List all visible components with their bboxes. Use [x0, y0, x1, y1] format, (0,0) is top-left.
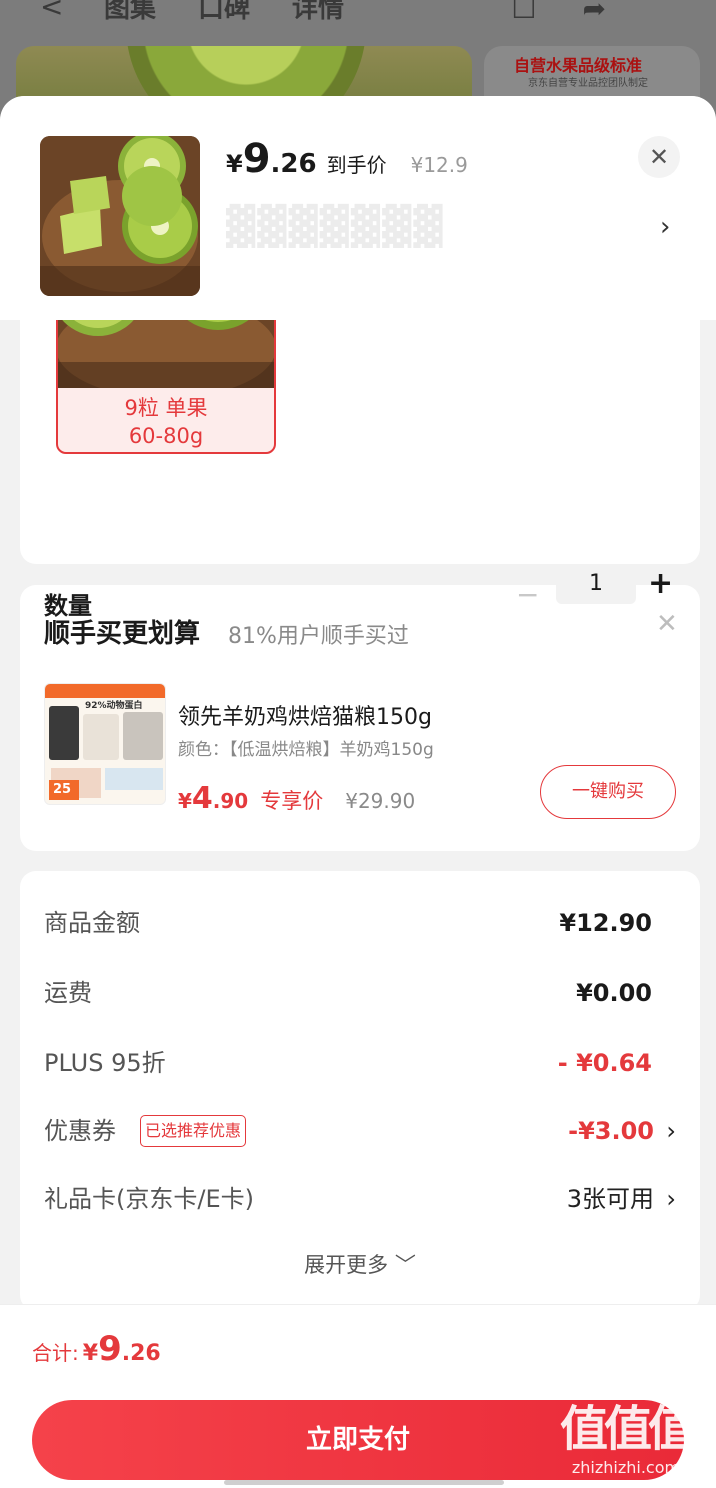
summary-row-gift-card[interactable]: 礼品卡(京东卡/E卡) 3张可用 › — [44, 1179, 676, 1219]
gift-card-label: 礼品卡(京东卡/E卡) — [44, 1185, 254, 1213]
plus-icon[interactable]: + — [648, 566, 673, 601]
quality-badge-sub: 京东自营专业品控团队制定 — [528, 78, 648, 89]
price-decimal: .26 — [270, 149, 317, 179]
home-indicator[interactable] — [224, 1480, 504, 1485]
close-icon[interactable]: ✕ — [638, 136, 680, 178]
total-decimal: .26 — [121, 1341, 161, 1366]
selected-spec-placeholder: ▓▓▓▓▓▓▓ — [226, 204, 445, 248]
subtotal-value: ¥12.90 — [559, 909, 652, 937]
chevron-right-icon: › — [666, 1117, 676, 1145]
bundle-original-price: ¥29.90 — [345, 789, 416, 813]
total-bar: 合计: ¥ 9 .26 — [0, 1304, 716, 1392]
bundle-price-currency: ¥ — [178, 789, 192, 813]
sheet-header: ¥ 9 .26 到手价 ¥12.9 ✕ ▓▓▓▓▓▓▓ › — [0, 96, 716, 320]
summary-row-coupon[interactable]: 优惠券 已选推荐优惠 -¥3.00 › — [44, 1111, 676, 1151]
price-integer: 9 — [242, 136, 271, 182]
quantity-input[interactable]: 1 — [556, 564, 636, 604]
plus-discount-label: PLUS 95折 — [44, 1049, 166, 1077]
watermark-brand: 值值值 — [560, 1401, 696, 1457]
chevron-right-icon: › — [666, 1185, 676, 1213]
bundle-card: 顺手买更划算 81%用户顺手买过 ✕ 92%动物蛋白 25 领先羊奶鸡烘焙猫粮1… — [20, 585, 700, 851]
product-thumbnail — [40, 136, 200, 296]
share-icon[interactable]: ➦ — [583, 0, 606, 25]
coupon-recommended-tag: 已选推荐优惠 — [140, 1115, 247, 1147]
bundle-subtitle: 81%用户顺手买过 — [228, 624, 409, 649]
final-price-label: 到手价 — [326, 153, 387, 177]
gift-card-value: 3张可用 — [566, 1185, 654, 1213]
shipping-label: 运费 — [44, 979, 92, 1007]
expand-more-button[interactable]: 展开更多 ﹀ — [20, 1249, 700, 1279]
coupon-label: 优惠券 — [44, 1117, 116, 1145]
bundle-image-caption: 92%动物蛋白 — [85, 701, 143, 711]
total-currency: ¥ — [82, 1341, 99, 1366]
bundle-price-tag: 专享价 — [260, 789, 324, 813]
coupon-value: -¥3.00 — [568, 1117, 654, 1145]
one-click-buy-button[interactable]: 一键购买 — [540, 765, 676, 819]
total-label: 合计: — [32, 1341, 79, 1365]
bundle-price: ¥ 4 .90 专享价 ¥29.90 — [178, 781, 415, 816]
bundle-product-image[interactable]: 92%动物蛋白 25 — [44, 683, 166, 805]
price-currency: ¥ — [226, 150, 243, 178]
spec-option-weight: 60-80g — [128, 424, 204, 448]
background-tabs: 图集 口碑 详情 — [40, 0, 344, 25]
favorite-icon[interactable]: ☐ — [511, 0, 536, 25]
summary-row-subtotal: 商品金额 ¥12.90 — [44, 903, 676, 943]
quality-badge-title: 自营水果品级标准 — [514, 56, 643, 75]
watermark-site: zhizhizhi.com — [571, 1458, 681, 1477]
summary-row-shipping: 运费 ¥0.00 — [44, 973, 676, 1013]
price-summary-card: 商品金额 ¥12.90 运费 ¥0.00 PLUS 95折 - ¥0.64 优惠… — [20, 871, 700, 1311]
chevron-right-icon[interactable]: › — [660, 212, 670, 242]
bundle-price-decimal: .90 — [212, 789, 249, 813]
shipping-value: ¥0.00 — [576, 979, 652, 1007]
total-integer: 9 — [98, 1329, 122, 1369]
bundle-product-variant: 颜色：【低温烘焙粮】羊奶鸡150g — [178, 740, 434, 760]
site-watermark: 值值值 zhizhizhi.com — [560, 1400, 696, 1477]
spec-option-label: 9粒 单果 60-80g — [58, 394, 274, 450]
checkout-sheet: ¥ 9 .26 到手价 ¥12.9 ✕ ▓▓▓▓▓▓▓ › 9粒 单果 60-8… — [0, 96, 716, 1488]
tab-reviews[interactable]: 口碑 — [198, 0, 250, 25]
tab-gallery[interactable]: 图集 — [104, 0, 156, 25]
quantity-label: 数量 — [44, 592, 92, 620]
bundle-close-icon[interactable]: ✕ — [656, 609, 678, 639]
spec-option-count: 9粒 单果 — [124, 396, 208, 420]
plus-discount-value: - ¥0.64 — [557, 1049, 652, 1077]
bundle-price-integer: 4 — [191, 781, 213, 816]
bundle-product-name[interactable]: 领先羊奶鸡烘焙猫粮150g — [178, 699, 432, 731]
background-icons: ☐ ➦ — [511, 0, 606, 25]
total-price: 合计: ¥ 9 .26 — [32, 1329, 161, 1369]
summary-row-plus-discount: PLUS 95折 - ¥0.64 — [44, 1043, 676, 1083]
header-price: ¥ 9 .26 到手价 ¥12.9 — [226, 136, 468, 182]
subtotal-label: 商品金额 — [44, 909, 140, 937]
tab-details[interactable]: 详情 — [292, 0, 344, 25]
bundle-image-price: 25 — [53, 782, 72, 797]
minus-icon[interactable]: − — [516, 578, 539, 611]
original-price: ¥12.9 — [410, 153, 468, 177]
